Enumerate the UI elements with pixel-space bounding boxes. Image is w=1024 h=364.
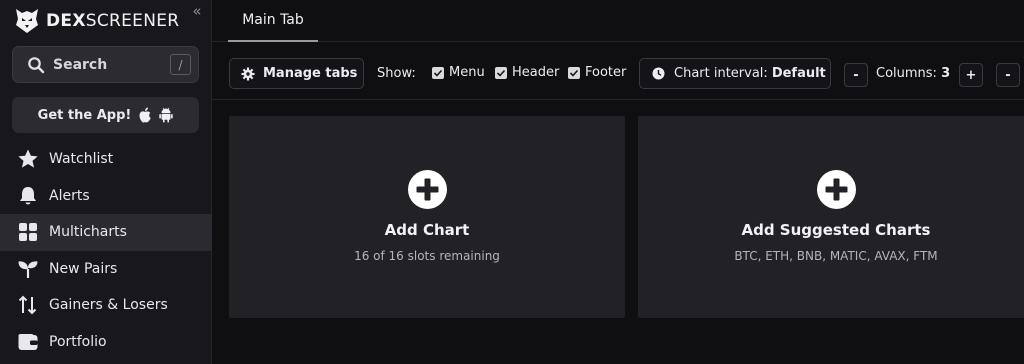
dexscreener-logo[interactable]: DEXSCREENER	[14, 6, 179, 36]
columns-increase-button[interactable]: +	[959, 63, 983, 87]
sidebar-item-gainers-losers[interactable]: Gainers & Losers	[0, 287, 212, 324]
checkmark-icon	[495, 66, 507, 79]
bell-icon	[17, 185, 39, 207]
add-suggested-charts-card[interactable]: Add Suggested Charts BTC, ETH, BNB, MATI…	[638, 116, 1024, 318]
search-icon	[28, 56, 45, 73]
clock-icon	[652, 67, 665, 80]
add-chart-card[interactable]: Add Chart 16 of 16 slots remaining	[229, 116, 625, 318]
toolbar: Manage tabs Show: Menu Header Footer Cha…	[212, 42, 1024, 100]
add-chart-subtitle: 16 of 16 slots remaining	[354, 249, 500, 263]
columns-label: Columns: 3	[876, 66, 951, 81]
sidebar-item-new-pairs[interactable]: New Pairs	[0, 251, 212, 288]
logo-icon	[16, 9, 38, 33]
sidebar-item-label: Multicharts	[49, 224, 127, 241]
checkbox-label: Footer	[585, 65, 627, 80]
search-button[interactable]: Search /	[12, 46, 199, 83]
search-shortcut-hint: /	[170, 54, 191, 75]
grid-icon	[17, 221, 39, 243]
chart-interval-value: Default	[771, 66, 826, 81]
search-label: Search	[53, 56, 108, 73]
logo-text: DEXSCREENER	[46, 11, 180, 31]
show-menu-checkbox[interactable]: Menu	[432, 65, 485, 80]
star-icon	[17, 148, 39, 170]
get-app-label: Get the App!	[37, 107, 132, 123]
manage-tabs-button[interactable]: Manage tabs	[229, 58, 364, 89]
tab-main[interactable]: Main Tab	[228, 0, 318, 42]
add-chart-title: Add Chart	[384, 221, 470, 239]
columns-value: 3	[941, 66, 951, 81]
checkbox-label: Header	[512, 65, 560, 80]
show-footer-checkbox[interactable]: Footer	[568, 65, 626, 80]
sprout-icon	[17, 258, 39, 280]
sidebar-item-label: Alerts	[49, 187, 90, 204]
wallet-icon	[17, 331, 39, 353]
checkmark-icon	[568, 66, 580, 79]
chart-interval-button[interactable]: Chart interval: Default	[639, 58, 831, 89]
arrows-updown-icon	[17, 294, 39, 316]
sidebar-item-label: Portfolio	[49, 333, 107, 350]
sidebar-item-label: Gainers & Losers	[49, 297, 168, 314]
sidebar-item-watchlist[interactable]: Watchlist	[0, 141, 212, 178]
plus-circle-icon	[408, 170, 447, 209]
gear-icon	[241, 67, 255, 80]
chart-interval-label: Chart interval:	[674, 66, 768, 81]
sidebar: DEXSCREENER « Search / Get the App! Watc…	[0, 0, 212, 364]
columns-decrease-button-2[interactable]: -	[996, 63, 1020, 87]
checkbox-label: Menu	[449, 65, 485, 80]
sidebar-item-alerts[interactable]: Alerts	[0, 178, 212, 215]
tab-bar: Main Tab	[212, 0, 1024, 42]
sidebar-item-label: Watchlist	[49, 151, 114, 168]
collapse-sidebar-icon[interactable]: «	[186, 0, 208, 22]
sidebar-nav: Watchlist Alerts Multicharts New Pairs G…	[0, 141, 212, 360]
sidebar-item-label: New Pairs	[49, 260, 118, 277]
show-header-checkbox[interactable]: Header	[495, 65, 559, 80]
add-suggested-charts-subtitle: BTC, ETH, BNB, MATIC, AVAX, FTM	[734, 249, 938, 263]
android-icon	[159, 107, 174, 123]
get-app-button[interactable]: Get the App!	[12, 97, 199, 133]
show-label: Show:	[377, 66, 416, 81]
apple-icon	[139, 107, 152, 123]
plus-circle-icon	[817, 170, 856, 209]
columns-decrease-button[interactable]: -	[844, 63, 868, 87]
checkmark-icon	[432, 66, 444, 79]
sidebar-item-multicharts[interactable]: Multicharts	[0, 214, 212, 251]
manage-tabs-label: Manage tabs	[263, 66, 358, 81]
add-suggested-charts-title: Add Suggested Charts	[741, 221, 931, 239]
sidebar-item-portfolio[interactable]: Portfolio	[0, 324, 212, 361]
